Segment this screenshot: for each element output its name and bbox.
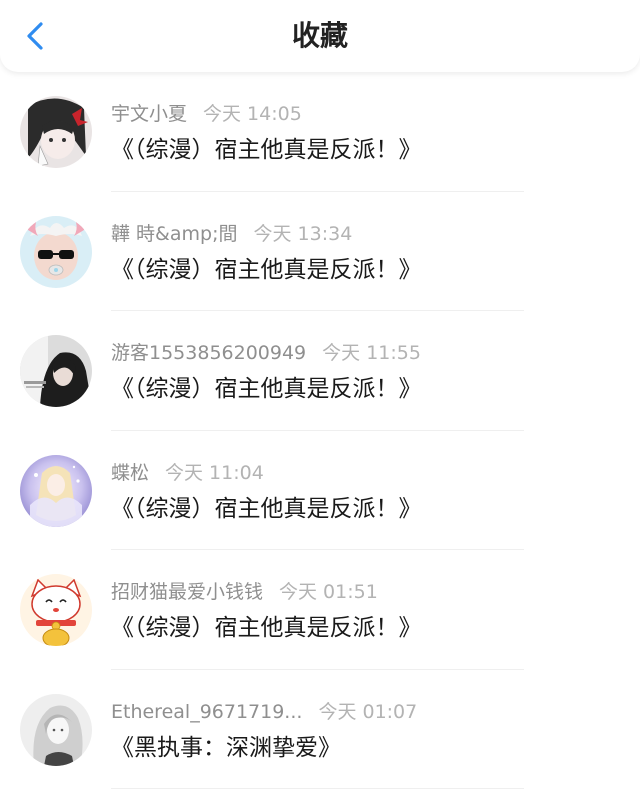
fantasy-art-avatar-icon — [20, 454, 92, 527]
top-bar: 收藏 — [0, 0, 640, 72]
item-meta: 游客1553856200949 今天 11:55 — [111, 341, 421, 365]
timestamp: 今天 13:34 — [253, 222, 353, 245]
item-meta: 宇文小夏 今天 14:05 — [111, 102, 302, 126]
list-item[interactable]: 蝶松 今天 11:04 《（综漫）宿主他真是反派！》 — [0, 431, 640, 550]
timestamp: 今天 11:55 — [322, 342, 421, 364]
item-meta: 招财猫最爱小钱钱 今天 01:51 — [111, 580, 378, 604]
username[interactable]: 招财猫最爱小钱钱 — [111, 581, 263, 603]
item-meta: 韡 時&amp;間 今天 13:34 — [111, 222, 352, 246]
sketch-portrait-avatar-icon — [20, 693, 92, 766]
username[interactable]: 宇文小夏 — [111, 103, 187, 125]
dark-portrait-avatar-icon — [20, 335, 92, 407]
item-meta: Ethereal_9671719... 今天 01:07 — [111, 700, 417, 724]
anime-girl-avatar-icon — [20, 96, 92, 168]
item-meta: 蝶松 今天 11:04 — [111, 461, 264, 485]
timestamp: 今天 14:05 — [203, 103, 302, 125]
username[interactable]: Ethereal_9671719... — [111, 701, 302, 723]
list-item[interactable]: 游客1553856200949 今天 11:55 《（综漫）宿主他真是反派！》 — [0, 311, 640, 431]
username[interactable]: 蝶松 — [111, 462, 149, 484]
timestamp: 今天 01:51 — [279, 581, 378, 603]
book-title[interactable]: 《黑执事：深渊挚爱》 — [111, 733, 341, 763]
book-title[interactable]: 《（综漫）宿主他真是反派！》 — [111, 135, 422, 165]
list-item[interactable]: 宇文小夏 今天 14:05 《（综漫）宿主他真是反派！》 — [0, 72, 640, 192]
list-item[interactable]: 招财猫最爱小钱钱 今天 01:51 《（综漫）宿主他真是反派！》 — [0, 550, 640, 670]
avatar[interactable] — [20, 454, 92, 527]
avatar[interactable] — [20, 574, 92, 646]
book-title[interactable]: 《（综漫）宿主他真是反派！》 — [111, 374, 422, 404]
lucky-cat-avatar-icon — [20, 574, 92, 646]
book-title[interactable]: 《（综漫）宿主他真是反派！》 — [111, 613, 422, 643]
username[interactable]: 韡 時&amp;間 — [111, 223, 237, 245]
divider — [111, 788, 524, 789]
timestamp: 今天 11:04 — [165, 461, 264, 484]
timestamp: 今天 01:07 — [318, 700, 418, 723]
list-item[interactable]: Ethereal_9671719... 今天 01:07 《黑执事：深渊挚爱》 — [0, 670, 640, 789]
list-item[interactable]: 韡 時&amp;間 今天 13:34 《（综漫）宿主他真是反派！》 — [0, 192, 640, 311]
page-title: 收藏 — [291, 19, 348, 52]
avatar[interactable] — [20, 335, 92, 407]
favorites-list: 宇文小夏 今天 14:05 《（综漫）宿主他真是反派！》 韡 時&amp;間 今天 … — [0, 72, 640, 789]
sunglasses-person-avatar-icon — [20, 215, 92, 288]
avatar[interactable] — [20, 96, 92, 168]
avatar[interactable] — [20, 215, 92, 288]
book-title[interactable]: 《（综漫）宿主他真是反派！》 — [111, 255, 422, 285]
avatar[interactable] — [20, 693, 92, 766]
username[interactable]: 游客1553856200949 — [111, 342, 306, 364]
book-title[interactable]: 《（综漫）宿主他真是反派！》 — [111, 494, 422, 524]
